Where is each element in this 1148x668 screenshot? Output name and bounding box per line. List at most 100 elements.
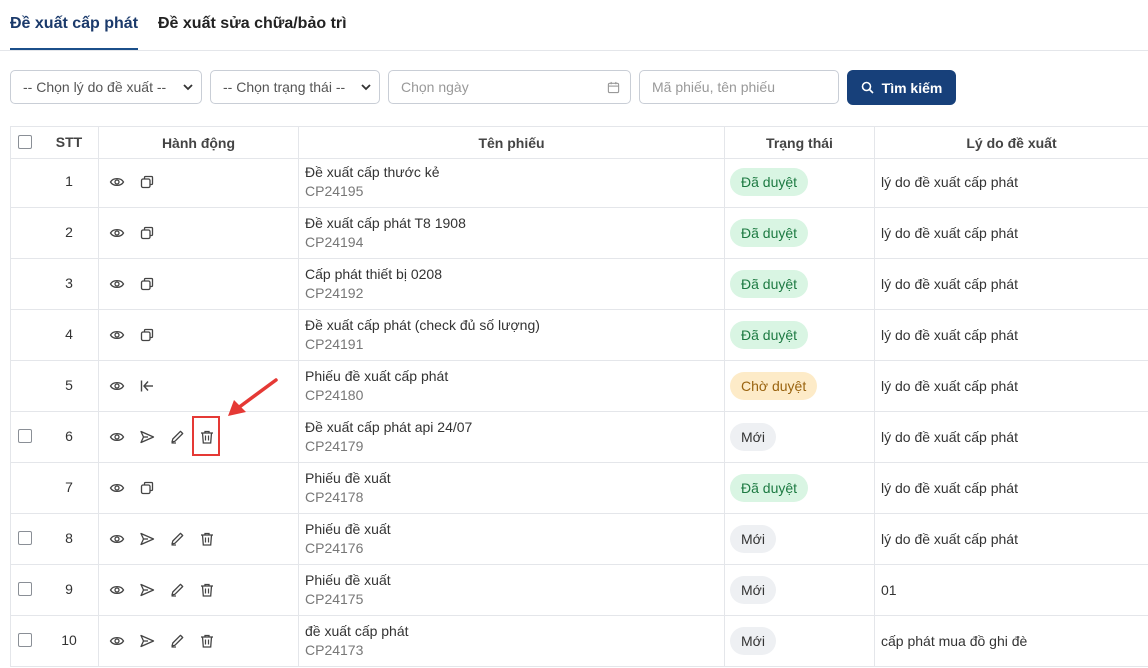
calendar-icon [607, 81, 620, 94]
row-stt: 4 [65, 326, 73, 342]
header-status: Trạng thái [724, 127, 874, 158]
request-code: CP24178 [305, 489, 364, 505]
request-name[interactable]: Cấp phát thiết bị 0208 [305, 265, 442, 283]
revoke-icon[interactable] [139, 378, 155, 394]
status-select-value: -- Chọn trạng thái -- [223, 79, 346, 95]
copy-icon[interactable] [139, 327, 155, 343]
row-status-cell: Đã duyệt [724, 310, 874, 360]
annotation-arrow [228, 378, 278, 416]
row-status-cell: Đã duyệt [724, 463, 874, 513]
send-icon[interactable] [139, 633, 155, 649]
table-row: 6 Đề xuất cấp phát api 24/07 CP24179 Mới lý … [10, 412, 1148, 463]
search-input[interactable]: Mã phiếu, tên phiếu [639, 70, 839, 104]
eye-icon[interactable] [109, 429, 125, 445]
eye-icon[interactable] [109, 225, 125, 241]
row-name-cell: Đề xuất cấp phát (check đủ số lượng) CP24… [298, 310, 724, 360]
row-reason: lý do đề xuất cấp phát [874, 157, 1148, 207]
row-index-cell: 9 [10, 565, 98, 615]
request-code: CP24191 [305, 336, 364, 352]
request-code: CP24179 [305, 438, 364, 454]
eye-icon[interactable] [109, 480, 125, 496]
eye-icon[interactable] [109, 378, 125, 394]
edit-icon[interactable] [169, 633, 185, 649]
row-reason: 01 [874, 565, 1148, 615]
send-icon[interactable] [139, 582, 155, 598]
table-row: 7 Phiếu đề xuất CP24178 Đã duyệt lý do đề xu… [10, 463, 1148, 514]
tab-allocation-request[interactable]: Đề xuất cấp phát [10, 15, 139, 50]
row-actions [98, 310, 298, 360]
request-name[interactable]: đề xuất cấp phát [305, 622, 409, 640]
edit-icon[interactable] [169, 429, 185, 445]
select-all-checkbox[interactable] [18, 135, 32, 149]
eye-icon[interactable] [109, 633, 125, 649]
eye-icon[interactable] [109, 582, 125, 598]
trash-icon[interactable] [199, 582, 215, 598]
table-row: 5 Phiếu đề xuất cấp phát CP24180 Chờ duyệt l… [10, 361, 1148, 412]
row-index-cell: 6 [10, 412, 98, 462]
request-name[interactable]: Đề xuất cấp phát api 24/07 [305, 418, 472, 436]
trash-icon[interactable] [199, 531, 215, 547]
status-badge: Mới [730, 423, 776, 451]
request-name[interactable]: Phiếu đề xuất [305, 571, 391, 589]
request-name[interactable]: Đề xuất cấp phát (check đủ số lượng) [305, 316, 540, 334]
chevron-down-icon [361, 84, 371, 91]
tab-bar: Đề xuất cấp phát Đề xuất sửa chữa/bảo tr… [0, 0, 1148, 51]
row-stt: 7 [65, 479, 73, 495]
request-name[interactable]: Phiếu đề xuất [305, 469, 391, 487]
table-header: STT Hành động Tên phiếu Trạng thái Lý do… [10, 126, 1148, 159]
row-name-cell: Cấp phát thiết bị 0208 CP24192 [298, 259, 724, 309]
send-icon[interactable] [139, 531, 155, 547]
table-row: 2 Đề xuất cấp phát T8 1908 CP24194 Đã duyệt… [10, 208, 1148, 259]
request-name[interactable]: Đề xuất cấp phát T8 1908 [305, 214, 466, 232]
row-reason: lý do đề xuất cấp phát [874, 361, 1148, 411]
request-name[interactable]: Đề xuất cấp thước kẻ [305, 163, 440, 181]
status-badge: Đã duyệt [730, 168, 809, 196]
row-stt: 9 [65, 581, 73, 597]
row-checkbox[interactable] [18, 531, 32, 545]
status-select[interactable]: -- Chọn trạng thái -- [210, 70, 380, 104]
copy-icon[interactable] [139, 225, 155, 241]
table-row: 4 Đề xuất cấp phát (check đủ số lượng) CP2… [10, 310, 1148, 361]
request-code: CP24175 [305, 591, 364, 607]
copy-icon[interactable] [139, 174, 155, 190]
tab-repair-request[interactable]: Đề xuất sửa chữa/bảo trì [158, 15, 347, 33]
row-actions [98, 259, 298, 309]
request-name[interactable]: Phiếu đề xuất [305, 520, 391, 538]
table-row: 3 Cấp phát thiết bị 0208 CP24192 Đã duyệt lý… [10, 259, 1148, 310]
table-row: 1 Đề xuất cấp thước kẻ CP24195 Đã duyệt lý d… [10, 157, 1148, 208]
row-stt: 6 [65, 428, 73, 444]
edit-icon[interactable] [169, 582, 185, 598]
search-button[interactable]: Tìm kiếm [847, 70, 956, 105]
row-index-cell: 7 [10, 463, 98, 513]
copy-icon[interactable] [139, 480, 155, 496]
eye-icon[interactable] [109, 174, 125, 190]
row-status-cell: Mới [724, 514, 874, 564]
eye-icon[interactable] [109, 531, 125, 547]
edit-icon[interactable] [169, 531, 185, 547]
request-code: CP24180 [305, 387, 364, 403]
trash-icon[interactable] [199, 633, 215, 649]
eye-icon[interactable] [109, 276, 125, 292]
row-status-cell: Chờ duyệt [724, 361, 874, 411]
row-name-cell: Đề xuất cấp phát T8 1908 CP24194 [298, 208, 724, 258]
row-checkbox[interactable] [18, 633, 32, 647]
row-checkbox[interactable] [18, 582, 32, 596]
row-status-cell: Đã duyệt [724, 157, 874, 207]
eye-icon[interactable] [109, 327, 125, 343]
search-placeholder: Mã phiếu, tên phiếu [652, 79, 775, 95]
row-index-cell: 10 [10, 616, 98, 666]
header-reason: Lý do đề xuất [874, 127, 1148, 158]
date-input[interactable]: Chọn ngày [388, 70, 631, 104]
request-code: CP24173 [305, 642, 364, 658]
status-badge: Mới [730, 576, 776, 604]
copy-icon[interactable] [139, 276, 155, 292]
row-reason: lý do đề xuất cấp phát [874, 208, 1148, 258]
row-actions [98, 616, 298, 666]
send-icon[interactable] [139, 429, 155, 445]
row-checkbox[interactable] [18, 429, 32, 443]
row-reason: lý do đề xuất cấp phát [874, 259, 1148, 309]
row-index-cell: 2 [10, 208, 98, 258]
reason-select[interactable]: -- Chọn lý do đề xuất -- [10, 70, 202, 104]
request-name[interactable]: Phiếu đề xuất cấp phát [305, 367, 448, 385]
row-stt: 5 [65, 377, 73, 393]
